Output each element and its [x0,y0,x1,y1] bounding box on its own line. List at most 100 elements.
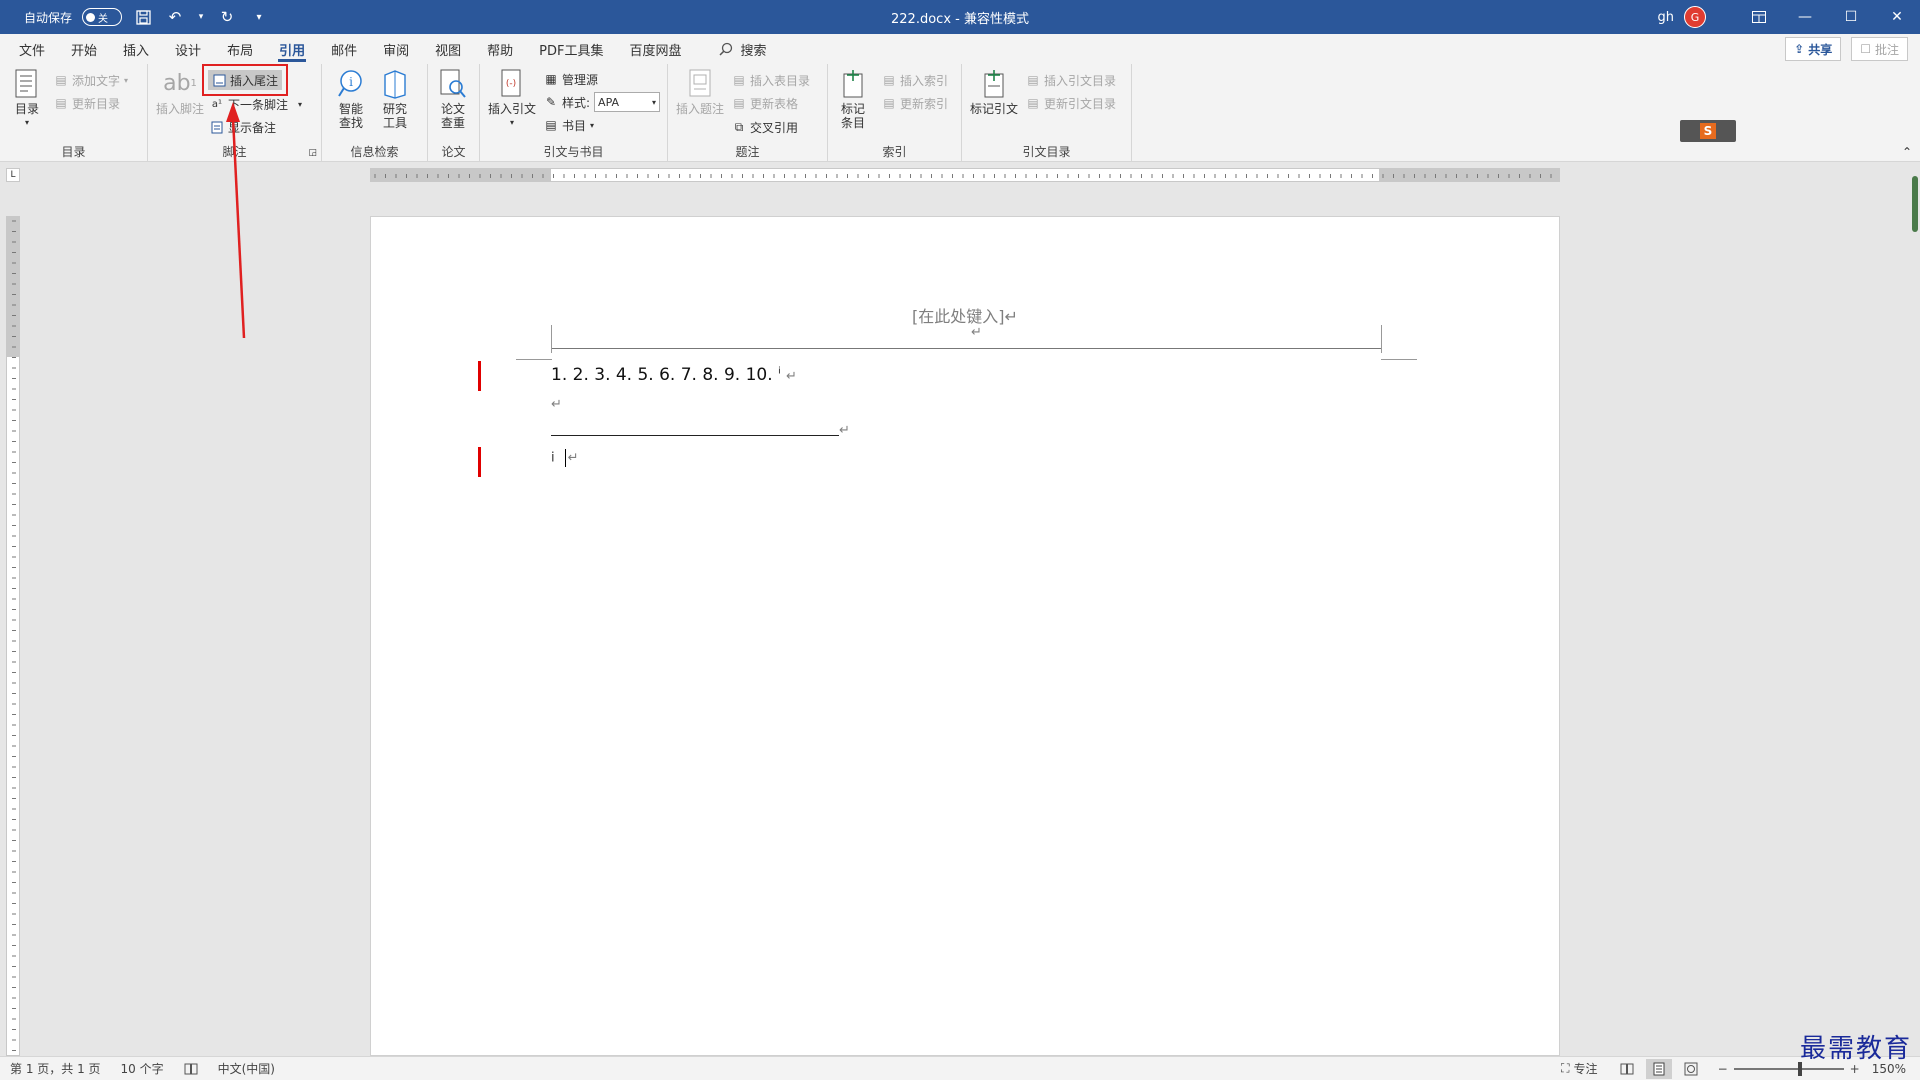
vertical-scrollbar[interactable] [1910,176,1920,1056]
manage-sources-label: 管理源 [562,72,599,87]
separator-paragraph-mark: ↵ [839,423,850,438]
tab-references[interactable]: 引用 [266,34,318,64]
zoom-slider[interactable] [1733,1061,1844,1076]
dialog-launcher-icon[interactable]: ◲ [308,148,317,158]
smart-lookup-button[interactable]: i 智能 查找 [336,68,366,130]
cross-reference-button[interactable]: ⧉ 交叉引用 [732,117,798,137]
endnote-reference-mark[interactable]: i [778,366,781,376]
smart-lookup-label-1: 智能 [338,102,363,116]
insert-toa-button[interactable]: ▤ 插入引文目录 [1026,70,1116,90]
horizontal-ruler[interactable] [370,168,1560,182]
insert-caption-button[interactable]: 插入题注 [676,68,724,116]
read-mode-icon[interactable] [1614,1059,1640,1079]
close-icon[interactable]: ✕ [1874,0,1920,34]
manage-sources-button[interactable]: ▦ 管理源 [544,69,598,89]
show-notes-button[interactable]: 显示备注 [210,117,276,137]
document-page[interactable]: [在此处键入]↵ ↵ 1. 2. 3. 4. 5. 6. 7. 8. 9. 10… [370,216,1560,1056]
watermark-logo: 最需教育 [1799,1034,1912,1064]
customize-qat-icon[interactable]: ▾ [248,6,270,28]
tab-layout[interactable]: 布局 [214,34,266,64]
next-footnote-icon: a¹ [211,98,223,110]
quick-access-toolbar: 自动保存 关 ↶ ▾ ↻ ▾ [0,0,270,34]
minimize-icon[interactable]: — [1782,0,1828,34]
insert-footnote-button[interactable]: ab 1 插入脚注 [156,68,204,117]
ruler-row: L [0,162,1920,190]
header-placeholder[interactable]: [在此处键入]↵ [371,303,1559,327]
share-label: 共享 [1808,42,1833,57]
vertical-ruler[interactable] [6,216,20,1056]
tab-view[interactable]: 视图 [422,34,474,64]
mark-entry-label-2: 条目 [840,116,865,130]
group-toc: 目录 ▾ ▤ 添加文字 ▾ ▤ 更新目录 目录 [0,64,148,162]
comments-button[interactable]: ☐ 批注 [1851,37,1908,61]
tell-me-search[interactable]: 搜索 [718,40,767,59]
word-count[interactable]: 10 个字 [111,1060,174,1077]
scrollbar-thumb[interactable] [1912,176,1918,232]
chevron-down-icon: ▾ [124,75,129,85]
svg-text:i: i [349,75,353,89]
bibliography-icon: ▤ [545,118,557,132]
save-icon[interactable] [132,6,154,28]
paper-check-button[interactable]: 论文 查重 [438,68,468,130]
zoom-out-button[interactable]: − [1718,1062,1728,1076]
mark-citation-label: 标记引文 [970,102,1019,116]
tab-file[interactable]: 文件 [6,34,58,64]
status-bar: 第 1 页，共 1 页 10 个字 中文(中国) ⛶ 专注 − + 150% [0,1056,1920,1080]
insert-index-button[interactable]: ▤ 插入索引 [882,70,948,90]
autosave-toggle[interactable]: 关 [82,8,123,26]
mark-citation-button[interactable]: 标记引文 [970,68,1018,116]
maximize-icon[interactable]: ☐ [1828,0,1874,34]
endnote-text-area[interactable]: i ↵ [551,449,579,467]
update-toc-button[interactable]: ▤ 更新目录 [54,93,120,113]
group-paper: 论文 查重 论文 [428,64,480,162]
proofing-icon[interactable] [174,1063,208,1075]
share-icon: ⇪ [1794,42,1805,56]
tab-baidu-netdisk[interactable]: 百度网盘 [616,34,694,64]
vertical-ruler-ticks [12,220,16,1051]
tab-design[interactable]: 设计 [162,34,214,64]
mark-entry-label-1: 标记 [840,102,865,116]
language-indicator[interactable]: 中文(中国) [208,1060,285,1077]
insert-citation-button[interactable]: (-) 插入引文 ▾ [488,68,536,130]
focus-mode-button[interactable]: ⛶ 专注 [1551,1060,1607,1077]
tab-home[interactable]: 开始 [58,34,110,64]
research-tool-button[interactable]: 研究 工具 [380,68,410,130]
toc-button[interactable]: 目录 ▾ [12,68,42,130]
style-icon: ✎ [545,95,557,109]
add-text-button[interactable]: ▤ 添加文字 ▾ [54,70,128,90]
insert-citation-label: 插入引文 [488,102,537,116]
mark-entry-button[interactable]: 标记 条目 [838,68,868,130]
tab-pdf-tools[interactable]: PDF工具集 [526,34,616,64]
update-index-button[interactable]: ▤ 更新索引 [882,93,948,113]
paper-check-icon [438,68,468,100]
tab-review[interactable]: 审阅 [370,34,422,64]
account-area[interactable]: gh G [1658,6,1706,28]
page-count[interactable]: 第 1 页，共 1 页 [0,1060,111,1077]
update-table-button[interactable]: ▤ 更新表格 [732,93,798,113]
tab-insert[interactable]: 插入 [110,34,162,64]
bibliography-button[interactable]: ▤ 书目 ▾ [544,115,594,135]
show-notes-label: 显示备注 [228,120,277,135]
redo-icon[interactable]: ↻ [216,6,238,28]
update-toa-button[interactable]: ▤ 更新引文目录 [1026,93,1116,113]
insert-toa-label: 插入引文目录 [1044,73,1117,88]
web-layout-icon[interactable] [1678,1059,1704,1079]
collapse-ribbon-icon[interactable]: ⌃ [1902,145,1912,159]
bibliography-label: 书目 [562,118,587,133]
group-citations: (-) 插入引文 ▾ ▦ 管理源 ✎ 样式: APA ▾ ▤ 书目 ▾ 引文与书目 [480,64,668,162]
insert-citation-icon: (-) [497,68,527,100]
ribbon-display-options-icon[interactable] [1736,0,1782,34]
undo-icon[interactable]: ↶ [164,6,186,28]
tab-selector[interactable]: L [6,168,20,182]
tab-help[interactable]: 帮助 [474,34,526,64]
wps-addin-badge[interactable]: S [1680,120,1736,142]
citation-style-select[interactable]: APA ▾ [594,92,661,112]
next-footnote-button[interactable]: a¹ 下一条脚注 ▾ [210,94,302,114]
research-tool-label-2: 工具 [382,116,407,130]
tab-mailings[interactable]: 邮件 [318,34,370,64]
print-layout-icon[interactable] [1645,1058,1672,1079]
body-paragraph-1[interactable]: 1. 2. 3. 4. 5. 6. 7. 8. 9. 10. i ↵ [551,365,797,385]
insert-table-of-figures-button[interactable]: ▤ 插入表目录 [732,70,810,90]
share-button[interactable]: ⇪ 共享 [1785,37,1842,61]
undo-dropdown-icon[interactable]: ▾ [196,6,206,28]
